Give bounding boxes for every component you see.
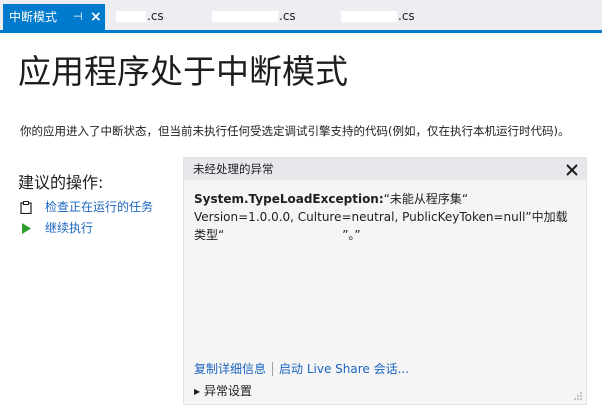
expand-caret-icon: ▶: [194, 386, 201, 396]
play-icon: [22, 223, 31, 234]
close-icon[interactable]: ×: [90, 4, 102, 30]
tab-file-3[interactable]: .cs: [341, 4, 415, 28]
tab-file-2[interactable]: .cs: [212, 4, 296, 28]
continue-execution-label: 继续执行: [45, 221, 94, 235]
check-running-tasks-link[interactable]: 检查正在运行的任务: [20, 198, 180, 216]
exception-message-part-2: Version=1.0.0.0, Culture=neutral, Public…: [194, 210, 568, 224]
exception-settings-toggle[interactable]: ▶ 异常设置: [194, 382, 252, 400]
close-icon[interactable]: [565, 163, 579, 177]
tab-accent-line: [0, 30, 602, 33]
check-running-tasks-label: 检查正在运行的任务: [45, 200, 154, 214]
suggested-actions-heading: 建议的操作:: [18, 173, 104, 192]
exception-panel-header: 未经处理的异常: [184, 158, 586, 180]
resize-grip-icon[interactable]: [573, 391, 583, 401]
exception-message-part-1: “未能从程序集“: [383, 192, 469, 206]
tab-file-2-label: .cs: [279, 9, 296, 23]
tab-break-mode[interactable]: 中断模式 ⊣ ×: [3, 4, 105, 30]
exception-type: System.TypeLoadException:: [194, 192, 384, 206]
redacted-filename: [212, 11, 278, 22]
exception-panel-links: 复制详细信息 启动 Live Share 会话...: [194, 360, 409, 378]
exception-message-part-4: ”。”: [342, 228, 361, 242]
document-tab-bar: 中断模式 ⊣ × .cs .cs .cs: [0, 0, 602, 30]
clipboard-icon: [20, 201, 32, 214]
exception-message-part-3: 类型“: [194, 228, 225, 242]
tab-break-mode-label: 中断模式: [9, 10, 58, 24]
exception-settings-label: 异常设置: [204, 384, 253, 398]
page-title: 应用程序处于中断模式: [18, 52, 348, 91]
continue-execution-link[interactable]: 继续执行: [20, 219, 180, 237]
link-separator: [272, 361, 274, 376]
tab-file-3-label: .cs: [398, 9, 415, 23]
redacted-filename: [116, 11, 146, 22]
page-description: 你的应用进入了中断状态，但当前未执行任何受选定调试引擎支持的代码(例如，仅在执行…: [20, 124, 570, 138]
redacted-filename: [341, 11, 397, 22]
tab-file-1[interactable]: .cs: [116, 4, 164, 28]
copy-details-link[interactable]: 复制详细信息: [194, 362, 266, 376]
exception-message: System.TypeLoadException:“未能从程序集“ Versio…: [194, 190, 579, 244]
exception-panel-title: 未经处理的异常: [193, 162, 274, 176]
tab-file-1-label: .cs: [147, 9, 164, 23]
start-live-share-link[interactable]: 启动 Live Share 会话...: [279, 362, 409, 376]
exception-panel: 未经处理的异常 System.TypeLoadException:“未能从程序集…: [183, 157, 587, 405]
pin-icon[interactable]: ⊣: [73, 4, 83, 30]
